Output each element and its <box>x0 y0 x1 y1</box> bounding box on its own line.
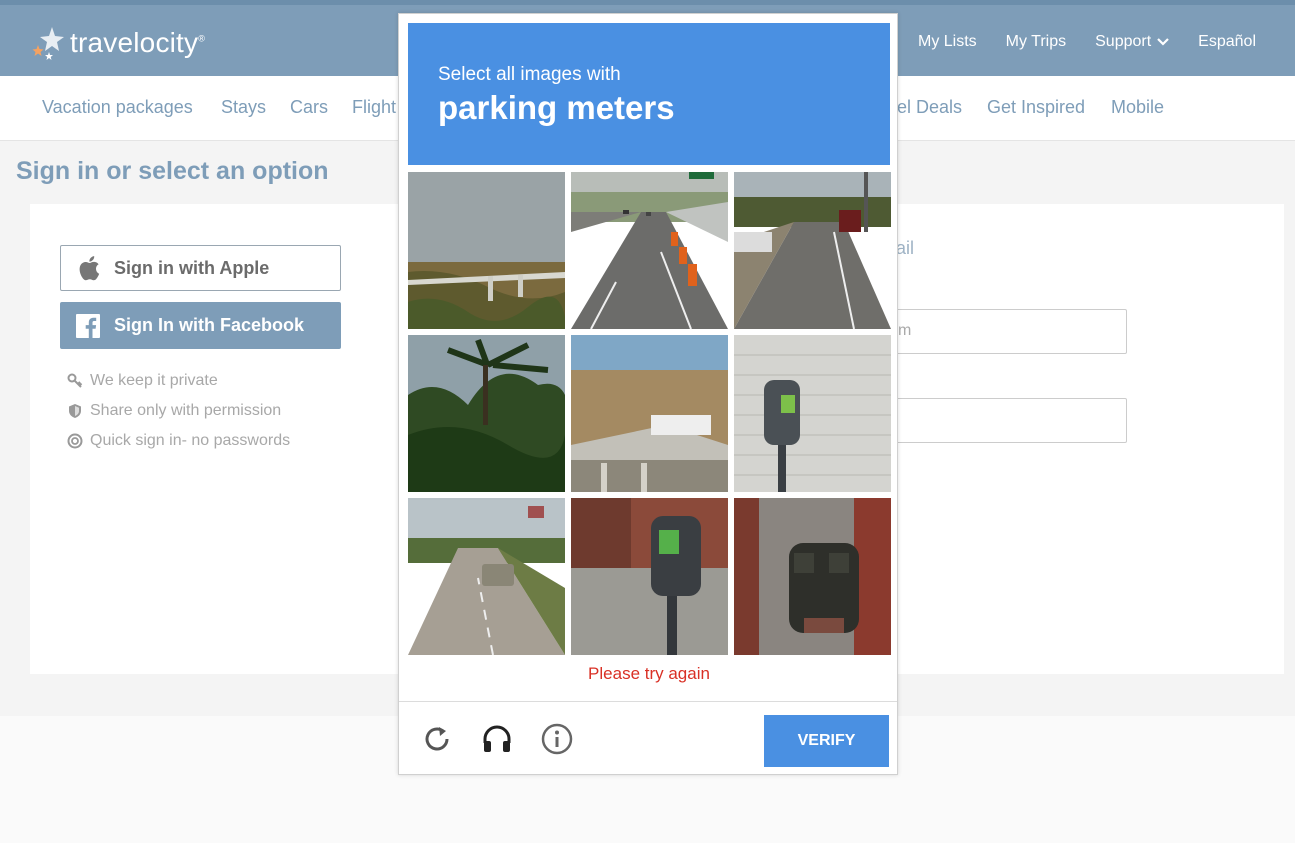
email-input[interactable]: m <box>887 309 1127 354</box>
my-lists-link[interactable]: My Lists <box>918 33 977 51</box>
captcha-footer: VERIFY <box>399 701 897 774</box>
double-meter-tile[interactable] <box>734 498 891 655</box>
perk-label: We keep it private <box>90 372 218 389</box>
password-input[interactable] <box>887 398 1127 443</box>
support-label: Support <box>1095 33 1152 50</box>
logo-stars-icon <box>30 23 68 63</box>
captcha-error: Please try again <box>588 664 710 683</box>
road-traffic-tile[interactable] <box>734 172 891 329</box>
perk-label: Quick sign in- no passwords <box>90 432 291 449</box>
palm-trees-tile[interactable] <box>408 335 565 492</box>
perk-permission: Share only with permission <box>67 396 290 426</box>
captcha-grid <box>408 172 892 655</box>
email-label-fragment: ail <box>896 238 915 258</box>
headphones-icon[interactable] <box>481 723 513 755</box>
nav-cars[interactable]: Cars <box>290 97 328 118</box>
my-trips-link[interactable]: My Trips <box>1006 33 1066 51</box>
language-link[interactable]: Español <box>1198 33 1256 51</box>
perk-quick-sign-in: Quick sign in- no passwords <box>67 426 290 456</box>
nav-vacation-packages[interactable]: Vacation packages <box>42 97 193 118</box>
sign-in-apple-button[interactable]: Sign in with Apple <box>60 245 341 291</box>
email-input-text: m <box>898 322 912 339</box>
chevron-down-icon <box>1157 38 1169 46</box>
apple-icon <box>78 255 100 281</box>
refresh-circle-icon <box>67 433 83 449</box>
perk-private: We keep it private <box>67 366 290 396</box>
nav-mobile[interactable]: Mobile <box>1111 97 1164 118</box>
key-icon <box>67 373 83 389</box>
parking-meter-sidewalk-tile[interactable] <box>571 498 728 655</box>
captcha-header: Select all images with parking meters <box>408 23 890 165</box>
nav-stays[interactable]: Stays <box>221 97 266 118</box>
support-menu[interactable]: Support <box>1095 33 1169 51</box>
reload-icon[interactable] <box>421 723 453 755</box>
nav-get-inspired[interactable]: Get Inspired <box>987 97 1085 118</box>
nav-flights[interactable]: Flight <box>352 97 396 118</box>
shield-icon <box>67 403 83 419</box>
travelocity-logo[interactable]: travelocity® <box>30 23 205 63</box>
logo-text: travelocity® <box>70 27 206 58</box>
perks-list: We keep it private Share only with permi… <box>67 366 290 456</box>
apple-button-label: Sign in with Apple <box>114 257 270 278</box>
page-title: Sign in or select an option <box>16 157 329 185</box>
verify-button[interactable]: VERIFY <box>764 715 889 767</box>
captcha-target: parking meters <box>438 89 675 126</box>
perk-label: Share only with permission <box>90 402 282 419</box>
captcha-challenge: Select all images with parking meters Pl… <box>398 13 898 775</box>
highway-cones-tile[interactable] <box>571 172 728 329</box>
nav-deals[interactable]: el Deals <box>897 97 962 118</box>
rural-road-tile[interactable] <box>408 498 565 655</box>
parking-meter-wall-tile[interactable] <box>734 335 891 492</box>
top-nav: My Lists My Trips Support Español <box>886 33 1285 51</box>
facebook-button-label: Sign In with Facebook <box>114 315 305 335</box>
captcha-prompt: Select all images with <box>438 64 621 85</box>
overpass-tile[interactable] <box>571 335 728 492</box>
bridge-tile[interactable] <box>408 172 565 329</box>
info-icon[interactable] <box>541 723 573 755</box>
sign-in-facebook-button[interactable]: Sign In with Facebook <box>60 302 341 349</box>
facebook-icon <box>76 313 100 338</box>
